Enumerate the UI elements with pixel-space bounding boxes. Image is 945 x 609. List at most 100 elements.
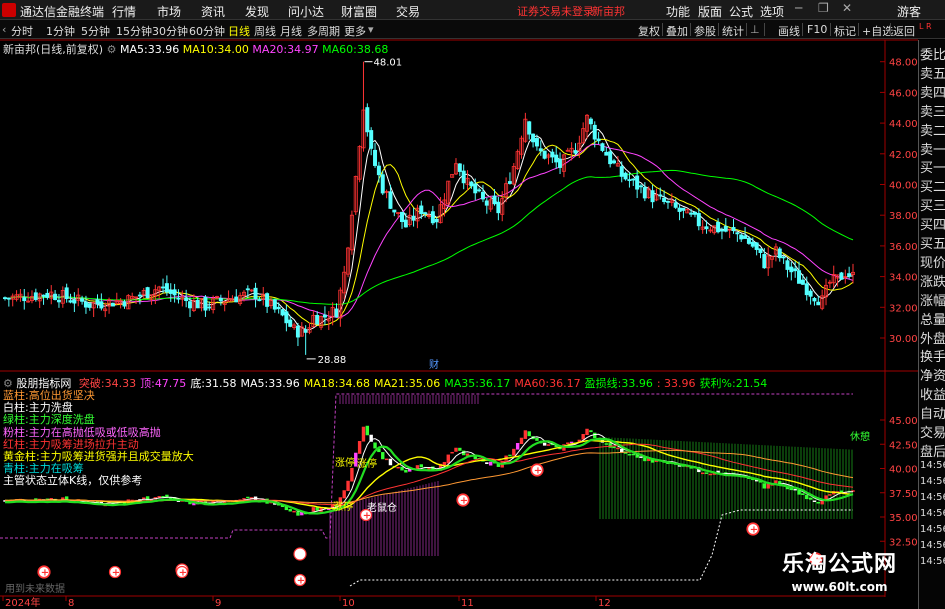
candle-body — [56, 299, 61, 303]
indicator-value: MA35: — [444, 377, 479, 390]
candle-body — [762, 254, 767, 269]
quote-field: 14:56 — [920, 523, 945, 535]
candle-body — [245, 288, 250, 291]
buy-plus: + — [460, 496, 468, 507]
quote-field: 买四 — [920, 218, 945, 234]
ind-candle — [373, 442, 377, 449]
candle-body — [315, 315, 320, 325]
ind-candle — [515, 443, 520, 450]
date-label: 12 — [598, 598, 611, 609]
candle-body — [253, 287, 258, 299]
indicator-number: 36.17 — [478, 377, 511, 390]
candle-body — [723, 226, 728, 232]
candle-body — [373, 149, 378, 166]
legend-item: 主管状态立体K线，仅供参考 — [3, 474, 143, 488]
candle-body — [403, 219, 408, 228]
ind-y-tick-label: 45.00 — [889, 416, 918, 427]
candle-body — [677, 207, 682, 212]
low-price-label: 28.88 — [318, 355, 347, 366]
quote-field: 14:56 — [920, 539, 945, 551]
candle-body — [110, 302, 115, 307]
ma10-label: MA10: — [182, 43, 218, 56]
candle-body — [758, 248, 763, 253]
candle-body — [731, 227, 736, 232]
candle-body — [430, 211, 435, 224]
candle-body — [777, 248, 782, 259]
quote-field: 净资 — [920, 369, 945, 385]
candle-body — [284, 311, 289, 324]
candle-body — [68, 300, 73, 303]
candle-body — [484, 200, 489, 206]
candle-body — [53, 293, 58, 300]
ind-candle — [774, 480, 778, 484]
candle-body — [195, 299, 200, 309]
ind-candle — [593, 432, 597, 439]
ma60-value: 38.68 — [356, 43, 389, 56]
y-tick-label: 38.00 — [889, 211, 918, 222]
ind-candle — [357, 441, 362, 454]
ind-candle — [400, 466, 404, 471]
ind-candle — [458, 447, 462, 451]
indicator-legend: 蓝柱:高位出货坚决 白柱:主力洗盘 绿柱:主力深度洗盘 粉柱:主力在高抛低吸或低吸高抛… — [3, 389, 194, 488]
indicator-value: MA18: — [303, 377, 339, 390]
indicator-number: 31.58 — [205, 377, 237, 390]
candle-body — [558, 158, 563, 168]
ind-candle — [766, 483, 770, 489]
candle-body — [99, 301, 104, 309]
ind-candle — [365, 425, 370, 436]
indicator-number: 33.96 — [621, 377, 653, 390]
candle-body — [696, 213, 701, 227]
quote-field: 委比 — [920, 48, 945, 63]
settings-icon[interactable]: ⚙ — [107, 43, 117, 56]
candle-body — [203, 296, 208, 311]
kline-chart[interactable]: 48.0128.88 财 + + +++++++涨停 涨停涨停 老鼠仓休憩用到未来数据 4… — [0, 0, 945, 609]
ind-candle — [454, 447, 458, 452]
ind-candle — [311, 507, 316, 512]
ind-candle — [342, 490, 346, 499]
candle-body — [608, 151, 613, 165]
indicator-values: 突破:34.33 顶:47.75 底:31.58 MA5:33.96 MA18:34.6… — [75, 377, 767, 390]
candle-body — [276, 306, 281, 310]
signal-annotation: 休憩 — [850, 430, 870, 443]
ind-candle — [404, 469, 408, 473]
ind-candle — [508, 454, 512, 457]
indicator-number: 34.33 — [104, 377, 137, 390]
candle-body — [600, 143, 605, 151]
candle-body — [496, 201, 501, 214]
watermark-title: 乐淘公式网 — [781, 552, 897, 577]
candle-body — [612, 160, 617, 164]
candle-body — [785, 260, 790, 270]
indicator-value: 盈损线: — [584, 377, 622, 390]
candle-body — [704, 226, 709, 230]
indicator-number: 34.68 — [338, 377, 370, 390]
future-data-note: 用到未来数据 — [5, 582, 65, 595]
high-price-label: 48.01 — [373, 58, 402, 69]
quote-field: 买一 — [920, 161, 945, 177]
signal-annotation: 涨停 — [333, 500, 353, 513]
candle-body — [41, 294, 46, 297]
candle-body — [781, 256, 786, 259]
candle-body — [392, 209, 397, 213]
candle-body — [376, 165, 381, 176]
candle-body — [164, 283, 169, 293]
ind-candle — [288, 508, 292, 512]
quote-field: 卖二 — [920, 123, 945, 139]
candle-body — [808, 290, 813, 297]
ind-candle — [450, 451, 454, 454]
candle-body — [72, 299, 77, 304]
ind-candle — [315, 507, 319, 511]
y-tick-label: 46.00 — [889, 88, 918, 99]
ind-candle — [535, 437, 539, 441]
ma20-label: MA20: — [252, 43, 288, 56]
y-tick-label: 44.00 — [889, 119, 918, 130]
candle-body — [64, 287, 69, 300]
candle-body — [596, 138, 601, 142]
candle-body — [531, 133, 536, 143]
candle-body — [623, 172, 628, 180]
candle-body — [797, 270, 802, 284]
candle-body — [473, 183, 478, 194]
indicator-value: MA5: — [240, 377, 269, 390]
ind-candle — [762, 483, 767, 489]
candle-body — [176, 297, 181, 300]
finance-mark: 财 — [429, 358, 439, 371]
